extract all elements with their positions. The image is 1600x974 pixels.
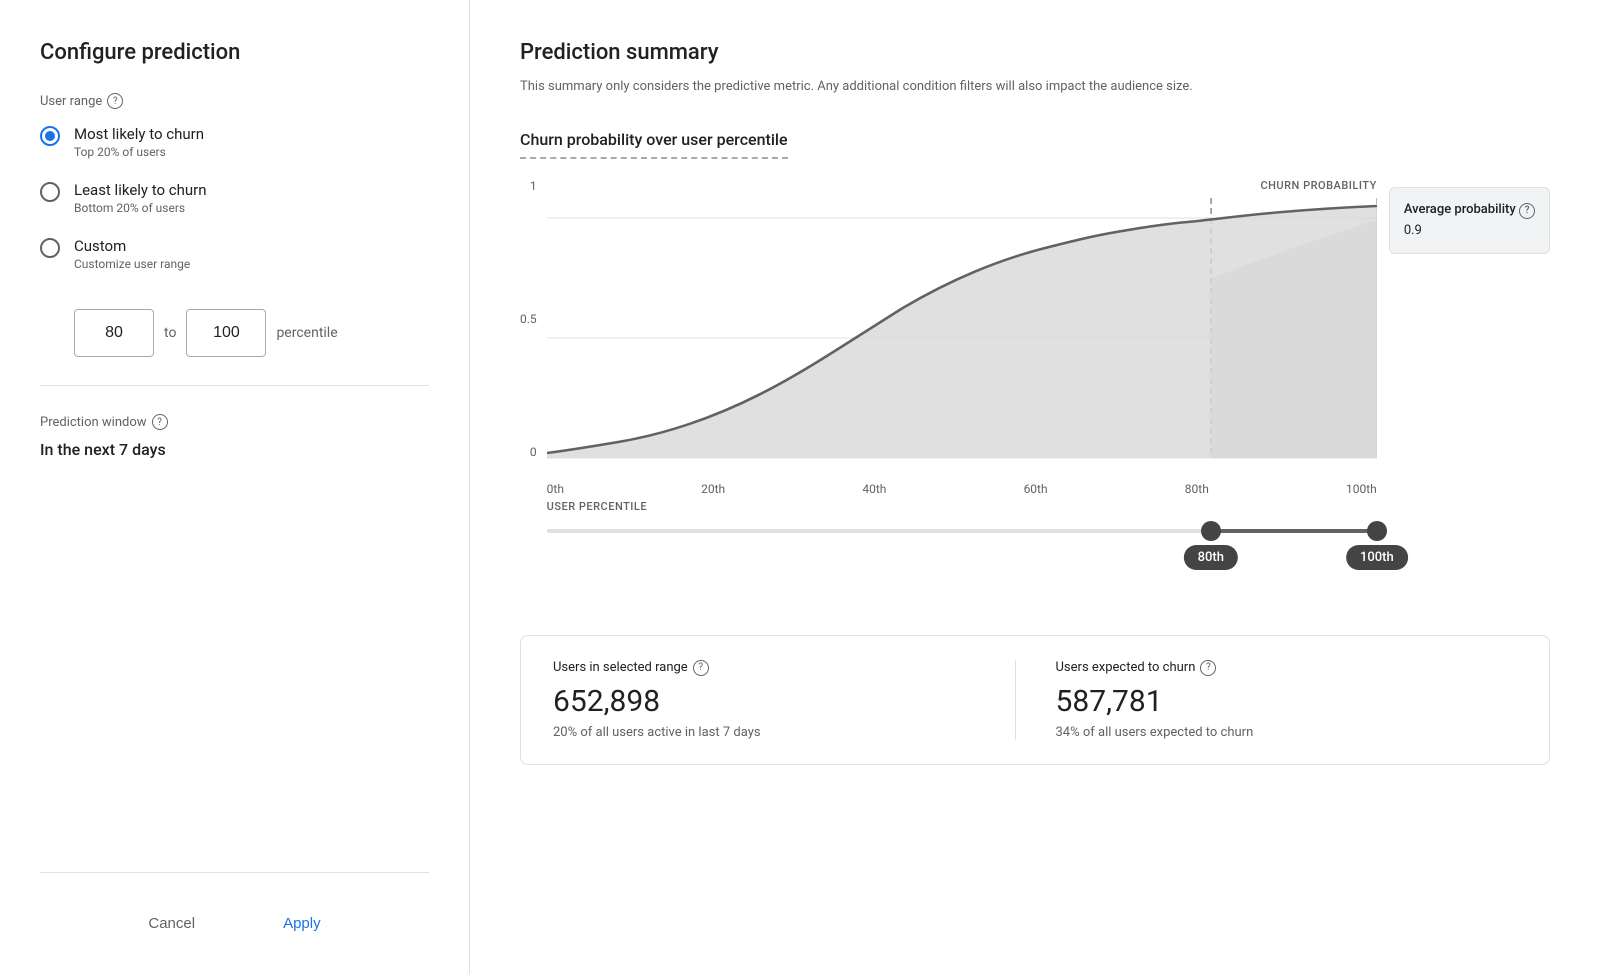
percentile-to-label: to bbox=[164, 325, 176, 341]
x-label-60: 60th bbox=[1024, 482, 1048, 496]
stat-col-users-selected: Users in selected range ? 652,898 20% of… bbox=[553, 660, 1015, 740]
tooltip-box: Average probability ? 0.9 bbox=[1389, 187, 1550, 255]
range-filled bbox=[1211, 529, 1377, 533]
stat-value-users-selected: 652,898 bbox=[553, 684, 1015, 719]
x-label-20: 20th bbox=[701, 482, 725, 496]
apply-button[interactable]: Apply bbox=[259, 903, 345, 944]
radio-sub-least-likely: Bottom 20% of users bbox=[74, 201, 207, 215]
y-axis-labels: 1 0.5 0 bbox=[520, 179, 547, 459]
stat-help-icon-users-churn[interactable]: ? bbox=[1200, 660, 1216, 676]
stats-box: Users in selected range ? 652,898 20% of… bbox=[520, 635, 1550, 765]
tooltip-help-icon[interactable]: ? bbox=[1519, 203, 1535, 219]
chart-section-title: Churn probability over user percentile bbox=[520, 130, 788, 159]
radio-circle-least-likely[interactable] bbox=[40, 182, 60, 202]
chart-container: 1 0.5 0 CHURN PROBABILITY bbox=[520, 179, 1550, 605]
chart-label-top: CHURN PROBABILITY bbox=[547, 179, 1377, 192]
percentile-to-input[interactable] bbox=[186, 309, 266, 357]
range-slider-section: 80th 100th bbox=[547, 529, 1377, 581]
x-axis-labels: 0th 20th 40th 60th 80th 100th bbox=[547, 478, 1377, 498]
x-axis-title: USER PERCENTILE bbox=[547, 500, 1377, 513]
radio-most-likely[interactable]: Most likely to churn Top 20% of users bbox=[40, 125, 429, 159]
percentile-unit: percentile bbox=[276, 325, 337, 341]
radio-circle-most-likely[interactable] bbox=[40, 126, 60, 146]
radio-sub-custom: Customize user range bbox=[74, 257, 190, 271]
range-label-left: 80th bbox=[1184, 545, 1238, 570]
user-range-label: User range ? bbox=[40, 93, 429, 109]
radio-circle-custom[interactable] bbox=[40, 238, 60, 258]
chart-area: CHURN PROBABILITY bbox=[547, 179, 1377, 605]
x-label-40: 40th bbox=[862, 482, 886, 496]
tooltip-value: 0.9 bbox=[1404, 221, 1535, 242]
radio-label-least-likely: Least likely to churn bbox=[74, 181, 207, 199]
percentile-from-input[interactable] bbox=[74, 309, 154, 357]
prediction-window-help-icon[interactable]: ? bbox=[152, 414, 168, 430]
summary-title: Prediction summary bbox=[520, 40, 1550, 65]
cancel-button[interactable]: Cancel bbox=[124, 903, 219, 944]
right-panel: Prediction summary This summary only con… bbox=[470, 0, 1600, 974]
percentile-row: to percentile bbox=[74, 309, 429, 357]
range-labels: 80th 100th bbox=[547, 545, 1377, 581]
stat-col-users-churn: Users expected to churn ? 587,781 34% of… bbox=[1015, 660, 1518, 740]
prediction-window-label: Prediction window ? bbox=[40, 414, 429, 430]
summary-desc: This summary only considers the predicti… bbox=[520, 77, 1550, 98]
stat-label-users-selected: Users in selected range ? bbox=[553, 660, 1015, 676]
radio-custom[interactable]: Custom Customize user range bbox=[40, 237, 429, 271]
x-label-100: 100th bbox=[1346, 482, 1377, 496]
left-footer: Cancel Apply bbox=[40, 872, 429, 944]
radio-label-custom: Custom bbox=[74, 237, 190, 255]
configure-title: Configure prediction bbox=[40, 40, 429, 65]
prediction-window-value: In the next 7 days bbox=[40, 440, 429, 459]
x-label-0: 0th bbox=[547, 482, 564, 496]
radio-sub-most-likely: Top 20% of users bbox=[74, 145, 204, 159]
radio-label-most-likely: Most likely to churn bbox=[74, 125, 204, 143]
tooltip-title: Average probability ? bbox=[1404, 200, 1535, 221]
churn-chart bbox=[547, 198, 1377, 478]
stat-value-users-churn: 587,781 bbox=[1056, 684, 1518, 719]
radio-least-likely[interactable]: Least likely to churn Bottom 20% of user… bbox=[40, 181, 429, 215]
range-label-right: 100th bbox=[1346, 545, 1408, 570]
stat-label-users-churn: Users expected to churn ? bbox=[1056, 660, 1518, 676]
range-thumb-left[interactable] bbox=[1201, 521, 1221, 541]
range-track bbox=[547, 529, 1377, 533]
y-label-1: 1 bbox=[520, 179, 537, 193]
chart-wrapper: 1 0.5 0 CHURN PROBABILITY bbox=[520, 179, 1550, 605]
range-thumb-right[interactable] bbox=[1367, 521, 1387, 541]
user-range-help-icon[interactable]: ? bbox=[107, 93, 123, 109]
y-label-05: 0.5 bbox=[520, 312, 537, 326]
divider bbox=[40, 385, 429, 386]
y-label-0: 0 bbox=[520, 445, 537, 459]
stat-sub-users-selected: 20% of all users active in last 7 days bbox=[553, 725, 1015, 740]
stat-help-icon-users-selected[interactable]: ? bbox=[693, 660, 709, 676]
stat-sub-users-churn: 34% of all users expected to churn bbox=[1056, 725, 1518, 740]
x-label-80: 80th bbox=[1185, 482, 1209, 496]
radio-group: Most likely to churn Top 20% of users Le… bbox=[40, 125, 429, 271]
left-panel: Configure prediction User range ? Most l… bbox=[0, 0, 470, 974]
